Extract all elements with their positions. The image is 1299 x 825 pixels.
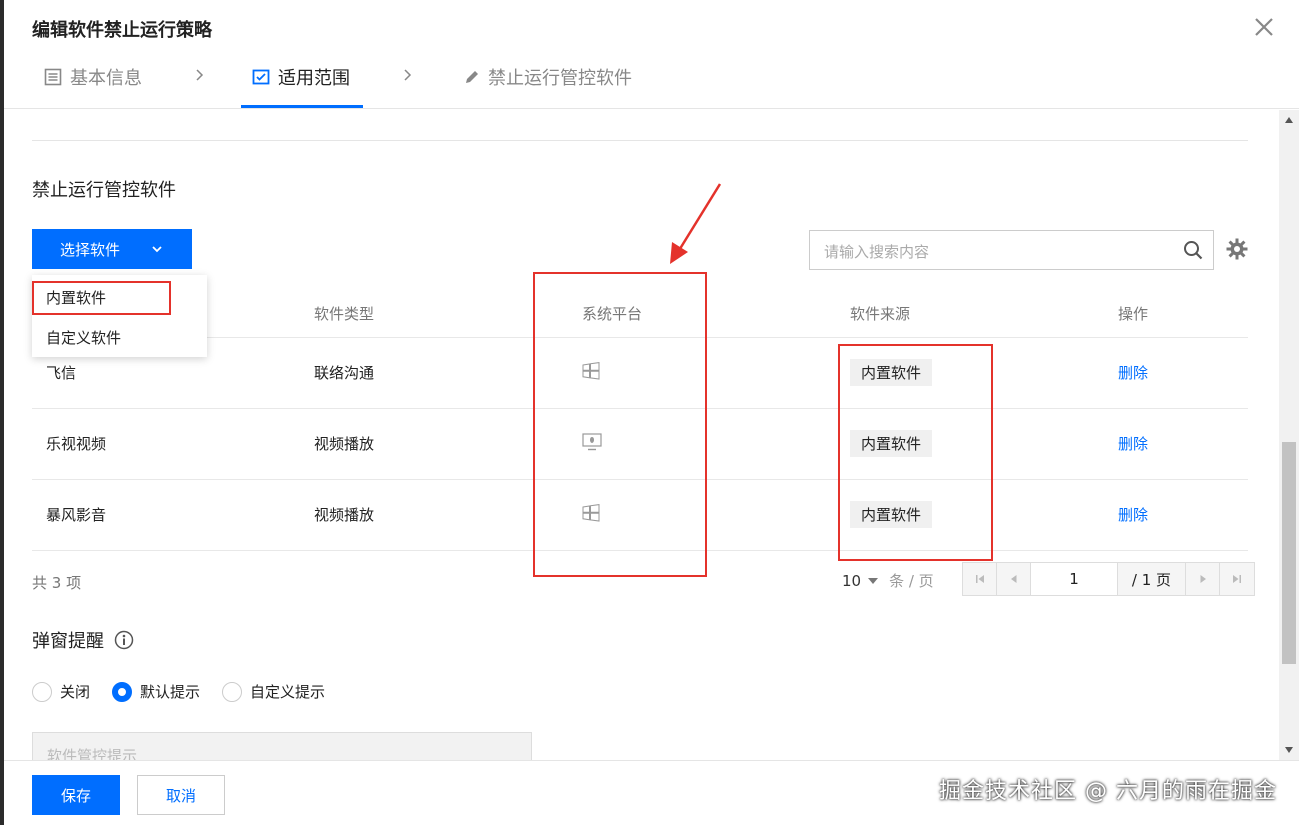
radio-label: 关闭 [60, 683, 91, 701]
search-input[interactable]: 请输入搜索内容 [809, 230, 1214, 270]
radio-circle-selected [112, 681, 133, 702]
save-button[interactable]: 保存 [32, 775, 120, 815]
radio-circle [222, 681, 243, 702]
caret-down-icon [868, 577, 879, 584]
pencil-icon [464, 69, 480, 85]
vertical-scrollbar[interactable] [1279, 110, 1299, 760]
edit-policy-dialog: 编辑软件禁止运行策略 基本信息 适用范围 禁止运行管控软件 禁止运行管控软件 选… [4, 0, 1299, 825]
scrollbar-thumb[interactable] [1282, 442, 1296, 664]
col-header-source: 软件来源 [836, 290, 1104, 338]
total-count: 共 3 项 [32, 574, 82, 592]
chevron-right-icon [196, 69, 204, 81]
radio-default[interactable]: 默认提示 [112, 681, 200, 702]
page-size-unit: 条 / 页 [889, 572, 934, 590]
dialog-footer: 保存 取消 掘金技术社区 @ 六月的雨在掘金 [4, 760, 1299, 825]
software-type: 视频播放 [300, 479, 568, 551]
delete-link[interactable]: 删除 [1118, 364, 1148, 382]
select-software-button[interactable]: 选择软件 [32, 229, 192, 269]
step-label: 适用范围 [278, 68, 350, 89]
button-label: 选择软件 [60, 241, 121, 259]
scope-icon [252, 68, 270, 86]
step-label: 基本信息 [70, 68, 142, 89]
prompt-text-input[interactable]: 软件管控提示 [32, 732, 532, 760]
prev-page-icon[interactable] [997, 563, 1031, 595]
gear-icon[interactable] [1226, 238, 1248, 260]
next-page-icon[interactable] [1186, 563, 1220, 595]
dialog-title: 编辑软件禁止运行策略 [32, 20, 212, 41]
cancel-button[interactable]: 取消 [137, 775, 225, 815]
col-header-type: 软件类型 [300, 290, 568, 338]
scroll-down-icon[interactable] [1284, 746, 1294, 754]
search-icon[interactable] [1183, 240, 1203, 260]
radio-circle [32, 681, 52, 702]
popup-reminder-title: 弹窗提醒 [32, 627, 134, 653]
chevron-down-icon [152, 246, 162, 253]
radio-label: 默认提示 [140, 683, 201, 701]
step-controlled-software[interactable]: 禁止运行管控软件 [464, 64, 632, 90]
annotation-box-builtin [32, 281, 171, 315]
watermark: 掘金技术社区 @ 六月的雨在掘金 [939, 779, 1277, 804]
step-navigation: 基本信息 适用范围 禁止运行管控软件 [4, 54, 1299, 109]
first-page-icon[interactable] [963, 563, 997, 595]
page-number-input[interactable]: 1 [1031, 563, 1118, 595]
annotation-box-source [838, 344, 993, 561]
software-type: 视频播放 [300, 408, 568, 480]
info-icon[interactable] [114, 630, 134, 650]
popup-reminder-options: 关闭 默认提示 自定义提示 [32, 681, 347, 702]
software-type: 联络沟通 [300, 337, 568, 409]
total-pages: / 1 页 [1118, 563, 1186, 595]
active-step-indicator [241, 105, 363, 108]
prompt-placeholder: 软件管控提示 [47, 747, 138, 760]
page-size-value: 10 [842, 571, 862, 590]
software-name: 暴风影音 [32, 479, 300, 551]
radio-close[interactable]: 关闭 [32, 681, 90, 702]
dialog-body: 禁止运行管控软件 选择软件 请输入搜索内容 软件类型 系统平台 软件来源 操作 … [4, 110, 1279, 760]
delete-link[interactable]: 删除 [1118, 506, 1148, 524]
pagination: 1 / 1 页 [962, 562, 1255, 596]
popup-title-text: 弹窗提醒 [32, 631, 104, 652]
software-name: 乐视视频 [32, 408, 300, 480]
delete-link[interactable]: 删除 [1118, 435, 1148, 453]
close-icon[interactable] [1253, 16, 1275, 38]
step-scope[interactable]: 适用范围 [252, 64, 350, 90]
divider [32, 140, 1248, 141]
action-cell: 删除 [1104, 408, 1248, 480]
scroll-up-icon[interactable] [1284, 116, 1294, 124]
annotation-box-platform [533, 272, 707, 577]
action-cell: 删除 [1104, 479, 1248, 551]
step-label: 禁止运行管控软件 [488, 68, 632, 89]
radio-label: 自定义提示 [250, 683, 326, 701]
radio-custom[interactable]: 自定义提示 [222, 681, 325, 702]
annotation-arrow [670, 183, 722, 264]
action-cell: 删除 [1104, 337, 1248, 409]
section-title: 禁止运行管控软件 [32, 180, 176, 201]
last-page-icon[interactable] [1220, 563, 1254, 595]
search-placeholder: 请输入搜索内容 [824, 243, 930, 261]
dropdown-item-custom[interactable]: 自定义软件 [46, 327, 121, 348]
list-icon [44, 68, 62, 86]
chevron-right-icon [404, 69, 412, 81]
step-basic-info[interactable]: 基本信息 [44, 64, 142, 90]
page-size-select[interactable]: 10 条 / 页 [842, 570, 934, 591]
col-header-action: 操作 [1104, 290, 1248, 338]
